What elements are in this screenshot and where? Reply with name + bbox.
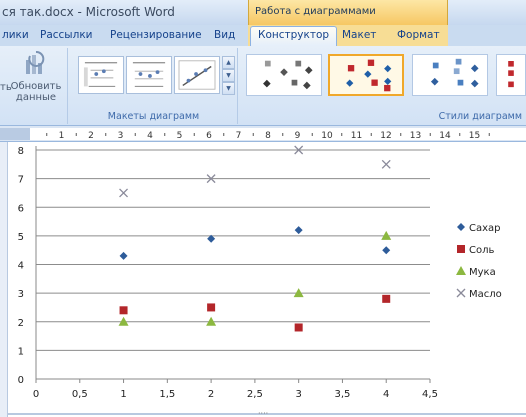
x-tick-label: 0	[33, 389, 39, 400]
ruler-label: 7	[236, 131, 242, 141]
ruler-label: 9	[295, 131, 301, 141]
legend-marker-triangle	[456, 266, 466, 275]
legend-marker-square	[457, 245, 465, 253]
tab-layout[interactable]: Макет	[342, 29, 376, 41]
ruler-label: 8	[265, 131, 271, 141]
layout-thumbnail-2[interactable]	[126, 56, 172, 94]
chart-layouts-group-label: Макеты диаграмм	[107, 111, 200, 122]
context-header-label: Работа с диаграммами	[255, 6, 376, 17]
legend-marker-diamond	[457, 223, 465, 231]
chart-style-4[interactable]	[496, 54, 526, 96]
ruler-label: 1	[59, 131, 65, 141]
x-tick-label: 0,5	[72, 389, 88, 400]
x-tick-label: 2	[208, 389, 214, 400]
y-tick-label: 4	[18, 261, 24, 272]
tab-mailings-fragment[interactable]: лики	[2, 29, 29, 41]
refresh-label-line2: данные	[15, 92, 57, 103]
scatter-chart[interactable]: 0 1 2 3 4 5 6 7 8 0 0,5 1 1,5 2 2,5 3 3,5 4 4,5 Сахар Соль Му…	[0, 142, 526, 417]
tab-review[interactable]: Рецензирование	[110, 29, 202, 41]
ruler-label: 4	[147, 131, 153, 141]
legend-label: Масло	[469, 289, 502, 300]
ruler-label: 12	[380, 131, 391, 141]
style-3-preview-icon	[430, 58, 479, 88]
style-4-preview-icon	[508, 61, 514, 88]
data-point-x	[119, 188, 129, 198]
chart-styles-group-label: Стили диаграмм	[438, 111, 522, 122]
chart-style-2-selected[interactable]	[328, 54, 404, 96]
data-point-diamond	[294, 226, 303, 235]
data-point-diamond	[382, 246, 391, 255]
ruler-ticks: 1 2 3 4 5 6 7 8 9 10 11 12 13 14 15	[0, 128, 526, 141]
window-title: ся так.docx - Microsoft Word	[2, 5, 175, 19]
refresh-data-icon	[26, 50, 45, 74]
chart-left-border	[0, 142, 8, 417]
refresh-data-button[interactable]: Обновить данные	[10, 50, 62, 103]
resize-handle-icon[interactable]: ····	[258, 409, 268, 417]
data-point-diamond	[119, 251, 128, 260]
tab-format[interactable]: Формат	[397, 29, 440, 41]
horizontal-ruler[interactable]: 1 2 3 4 5 6 7 8 9 10 11 12 13 14 15	[0, 126, 526, 142]
chart-style-3[interactable]	[412, 54, 488, 96]
refresh-label-line1: Обновить	[10, 81, 62, 92]
ruler-label: 6	[206, 131, 212, 141]
ruler-label: 11	[351, 131, 362, 141]
layout-thumbnail-1[interactable]	[78, 56, 124, 94]
y-tick-label: 7	[18, 175, 24, 186]
y-tick-label: 1	[18, 346, 24, 357]
data-point-square	[382, 294, 391, 303]
chart-style-1[interactable]	[246, 54, 322, 96]
layouts-scroll-up[interactable]: ▲	[222, 56, 235, 69]
data-group: ть Обновить данные	[0, 48, 68, 124]
layout-1-icon	[83, 61, 118, 87]
tab-mailings[interactable]: Рассылки	[40, 29, 92, 41]
y-tick-label: 6	[18, 203, 24, 214]
legend-marker-x	[456, 288, 466, 298]
chart-layouts-group: ▲ ▼ ▼ Макеты диаграмм	[70, 48, 238, 124]
layouts-scroll-down[interactable]: ▼	[222, 69, 235, 82]
x-tick-label: 4	[383, 389, 389, 400]
layout-3-icon	[178, 60, 216, 90]
y-tick-label: 5	[18, 232, 24, 243]
tab-design[interactable]: Конструктор	[250, 26, 338, 47]
x-tick-label: 3	[295, 389, 301, 400]
chart-tools-context-header: Работа с диаграммами	[248, 0, 448, 25]
ruler-label: 13	[410, 131, 421, 141]
y-tick-label: 0	[18, 375, 24, 386]
ruler-label: 15	[469, 131, 480, 141]
data-point-x	[381, 159, 391, 169]
layouts-more-button[interactable]: ▼	[222, 82, 235, 95]
style-1-preview-icon	[263, 60, 313, 90]
ribbon: ть Обновить данные ▲ ▼ ▼ Макеты диаграмм…	[0, 46, 526, 126]
legend-label: Мука	[469, 267, 496, 278]
style-2-preview-icon	[346, 59, 392, 92]
y-tick-label: 2	[18, 318, 24, 329]
document-area: 0 1 2 3 4 5 6 7 8 0 0,5 1 1,5 2 2,5 3 3,5 4 4,5 Сахар Соль Му…	[0, 142, 526, 417]
ruler-label: 5	[177, 131, 183, 141]
title-bar: ся так.docx - Microsoft Word Работа с ди…	[0, 0, 526, 25]
x-tick-label: 1	[120, 389, 126, 400]
legend-label: Соль	[469, 245, 494, 256]
ruler-label: 2	[88, 131, 94, 141]
x-tick-label: 1,5	[159, 389, 175, 400]
data-point-square	[294, 323, 303, 332]
y-tick-label: 8	[18, 146, 24, 157]
ruler-label: 10	[321, 131, 333, 141]
ruler-label: 14	[439, 131, 451, 141]
x-tick-label: 4,5	[422, 389, 438, 400]
legend-label: Сахар	[469, 223, 501, 234]
chart-styles-group: Стили диаграмм	[240, 48, 526, 124]
y-tick-label: 3	[18, 289, 24, 300]
tab-view[interactable]: Вид	[214, 29, 235, 41]
select-data-fragment[interactable]: ть	[0, 82, 12, 93]
x-tick-label: 2,5	[247, 389, 263, 400]
data-point-square	[207, 303, 216, 312]
data-point-square	[119, 306, 128, 315]
x-tick-label: 3,5	[334, 389, 350, 400]
layout-2-icon	[132, 61, 166, 87]
ruler-label: 3	[118, 131, 124, 141]
layout-thumbnail-3[interactable]	[174, 56, 220, 94]
